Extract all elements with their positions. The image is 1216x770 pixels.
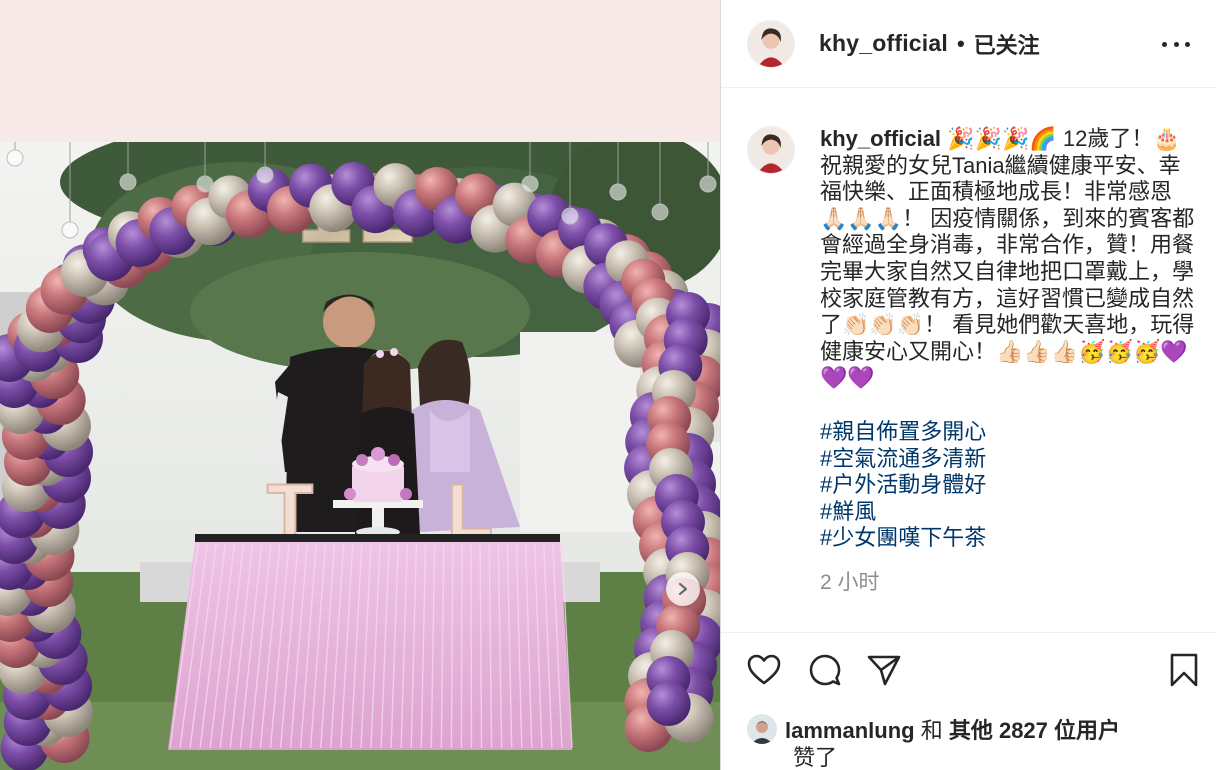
glass-ornament bbox=[256, 166, 274, 184]
liker-avatar[interactable] bbox=[747, 714, 777, 744]
glass-ornament bbox=[196, 175, 214, 193]
post-media[interactable]: T L 12 bbox=[0, 0, 720, 770]
glass-ornament bbox=[609, 183, 627, 201]
comment-icon bbox=[809, 654, 841, 686]
glass-ornament bbox=[521, 175, 539, 193]
caption-author-avatar[interactable] bbox=[747, 126, 795, 174]
actions-divider bbox=[721, 632, 1216, 633]
author-username[interactable]: khy_official bbox=[819, 30, 948, 57]
author-avatar[interactable] bbox=[747, 19, 795, 68]
chevron-right-icon bbox=[678, 582, 688, 596]
glass-ornament bbox=[561, 207, 579, 225]
glass-ornament bbox=[6, 149, 24, 167]
carousel-next-button[interactable] bbox=[666, 572, 700, 606]
hashtag-link[interactable]: #親自佈置多開心 bbox=[820, 419, 1195, 446]
hashtag-link[interactable]: #鮮風 bbox=[820, 499, 1195, 526]
action-bar bbox=[746, 652, 1206, 688]
follow-status-button[interactable]: 已关注 bbox=[974, 28, 1040, 60]
pane-divider bbox=[720, 0, 721, 770]
caption-username[interactable]: khy_official bbox=[820, 126, 941, 151]
heart-icon bbox=[747, 654, 781, 685]
hashtag-link[interactable]: #空氣流通多清新 bbox=[820, 446, 1195, 473]
author-avatar-image bbox=[748, 20, 794, 67]
paper-plane-icon bbox=[867, 655, 901, 686]
hashtag-link[interactable]: #户外活動身體好 bbox=[820, 472, 1195, 499]
post-timestamp[interactable]: 2 小时 bbox=[820, 570, 1195, 597]
likes-suffix: 赞了 bbox=[793, 745, 838, 770]
media-letterbox bbox=[0, 0, 720, 142]
more-options-icon[interactable] bbox=[1162, 32, 1190, 56]
like-button[interactable] bbox=[746, 652, 782, 688]
other-likers-link[interactable]: 其他 2827 位用户 bbox=[949, 718, 1120, 743]
bookmark-icon bbox=[1170, 653, 1198, 687]
glass-ornament bbox=[651, 203, 669, 221]
hashtag-list: #親自佈置多開心 #空氣流通多清新 #户外活動身體好 #鮮風 #少女團嘆下午茶 bbox=[820, 419, 1195, 552]
caption-text: 🎉🎉🎉🌈 12歲了！🎂 祝親愛的女兒Tania繼續健康平安、幸福快樂、正面積極地… bbox=[820, 126, 1195, 391]
glass-ornament bbox=[119, 173, 137, 191]
header-separator: • bbox=[956, 30, 965, 56]
liker-avatar-image bbox=[747, 714, 777, 744]
share-button[interactable] bbox=[866, 652, 902, 688]
likes-connector: 和 bbox=[920, 718, 943, 743]
hashtag-link[interactable]: #少女團嘆下午茶 bbox=[820, 525, 1195, 552]
comment-button[interactable] bbox=[806, 652, 842, 688]
balloon bbox=[646, 682, 691, 726]
glass-ornament bbox=[61, 221, 79, 239]
post-header: khy_official • 已关注 bbox=[721, 0, 1216, 88]
glass-ornament bbox=[699, 175, 717, 193]
caption-body: khy_official 🎉🎉🎉🌈 12歲了！🎂 祝親愛的女兒Tania繼續健康… bbox=[820, 126, 1195, 597]
caption-avatar-image bbox=[748, 127, 794, 173]
save-button[interactable] bbox=[1166, 652, 1202, 688]
birthday-photo: T L 12 bbox=[0, 142, 720, 770]
dessert-table bbox=[168, 534, 573, 750]
post-photo[interactable]: T L 12 bbox=[0, 142, 720, 770]
